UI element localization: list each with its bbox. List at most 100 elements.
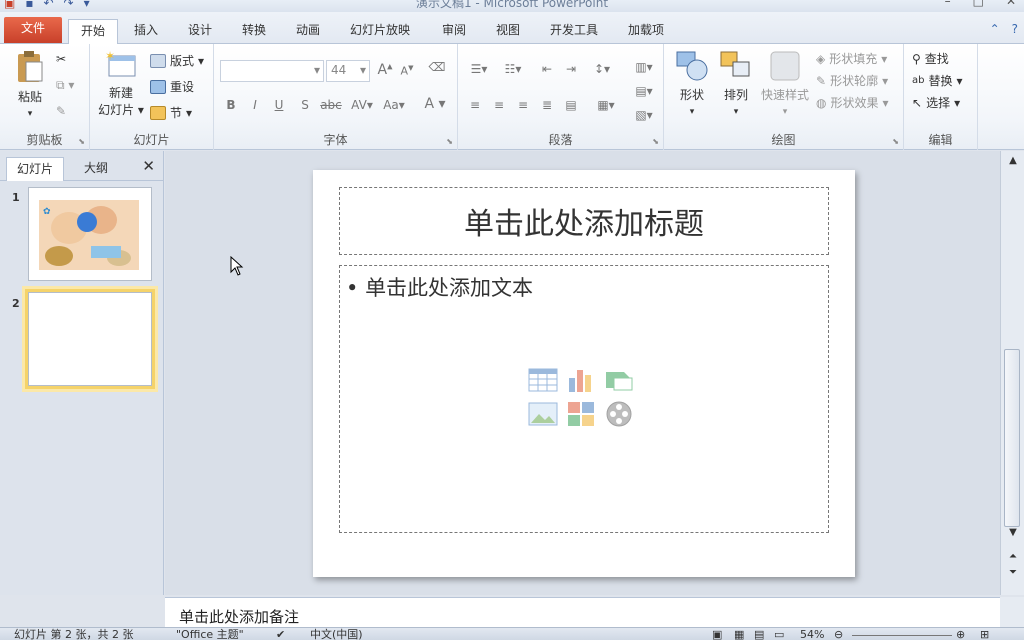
format-painter-icon[interactable]: ✎ [56,104,66,118]
arrange-button[interactable]: 排列 ▾ [714,50,758,117]
slide-canvas: 单击此处添加标题 • 单击此处添加文本 [313,170,855,577]
theme-name[interactable]: "Office 主题" [176,628,244,640]
tab-file[interactable]: 文件 [4,17,62,43]
replace-button[interactable]: ab 替换 ▾ [912,72,963,89]
tab-slideshow[interactable]: 幻灯片放映 [338,19,422,44]
dialog-launcher-icon[interactable]: ⬊ [446,137,453,146]
scroll-down-icon[interactable]: ▼ [1001,527,1024,538]
maximize-icon[interactable]: □ [973,0,984,8]
tab-home[interactable]: 开始 [68,19,119,45]
title-placeholder[interactable]: 单击此处添加标题 [339,187,829,255]
align-left-icon[interactable]: ≡ [464,98,486,112]
insert-table-icon[interactable] [528,366,558,394]
layout-button[interactable]: 版式 ▾ [150,52,204,69]
align-center-icon[interactable]: ≡ [488,98,510,112]
reading-view-icon[interactable]: ▤ [754,628,764,640]
columns-icon[interactable]: ▥▾ [630,60,658,74]
numbering-icon[interactable]: ☷▾ [498,62,528,76]
insert-chart-icon[interactable] [566,366,596,394]
justify-icon[interactable]: ≣ [536,98,558,112]
shape-fill-button[interactable]: ◈ 形状填充 ▾ [816,50,887,67]
group-label-clipboard: 剪贴板 [26,133,63,147]
tab-transitions[interactable]: 转换 [230,19,278,44]
shrink-font-button[interactable]: A▼ [396,64,418,78]
spellcheck-icon[interactable]: ✔ [276,628,285,640]
quick-styles-button[interactable]: 快速样式 ▾ [756,50,814,117]
bold-button[interactable]: B [220,98,242,112]
font-size-combo[interactable]: 44 ▾ [326,60,370,82]
language-indicator[interactable]: 中文(中国) [310,628,363,640]
zoom-out-icon[interactable]: ⊖ [834,628,843,640]
minimize-ribbon-icon[interactable]: ⌃ [990,22,1000,36]
smartart-icon[interactable]: ▧▾ [630,108,658,122]
decrease-indent-icon[interactable]: ⇤ [536,62,558,76]
notes-pane[interactable]: 单击此处添加备注 [165,597,1000,627]
tab-animations[interactable]: 动画 [284,19,332,44]
content-placeholder[interactable]: • 单击此处添加文本 [339,265,829,533]
shapes-button[interactable]: 形状 ▾ [670,50,714,117]
line-spacing-icon[interactable]: ↕▾ [588,62,616,76]
grow-font-button[interactable]: A▲ [374,62,396,78]
dialog-launcher-icon[interactable]: ⬊ [652,137,659,146]
shape-outline-button[interactable]: ✎ 形状轮廓 ▾ [816,72,888,89]
help-icon[interactable]: ? [1012,22,1018,36]
slide-sorter-icon[interactable]: ▦ [734,628,744,640]
minimize-icon[interactable]: – [945,0,951,8]
underline-button[interactable]: U [268,98,290,112]
italic-button[interactable]: I [244,98,266,112]
zoom-level[interactable]: 54% [800,628,824,640]
tab-outline-pane[interactable]: 大纲 [74,157,118,181]
align-right-icon[interactable]: ≡ [512,98,534,112]
insert-clipart-icon[interactable] [566,400,596,428]
slide-thumbnail-1[interactable]: ✿ [28,187,152,281]
align-text-icon[interactable]: ▤▾ [630,84,658,98]
change-case-button[interactable]: Aa▾ [380,98,408,112]
select-button[interactable]: ↖ 选择 ▾ [912,94,960,111]
slide-thumbnail-2[interactable] [25,289,155,389]
dialog-launcher-icon[interactable]: ⬊ [892,137,899,146]
shape-effects-button[interactable]: ◍ 形状效果 ▾ [816,94,889,111]
copy-icon[interactable]: ⧉ ▾ [56,78,74,93]
font-name-combo[interactable]: ▾ [220,60,324,82]
insert-picture-icon[interactable] [528,400,558,428]
tab-slides-pane[interactable]: 幻灯片 [6,157,65,181]
vertical-scrollbar[interactable]: ▲ ▼ ⏶ ⏷ [1000,151,1024,595]
insert-media-icon[interactable] [604,400,634,428]
char-spacing-button[interactable]: AV▾ [348,98,376,112]
fit-to-window-icon[interactable]: ⊞ [980,628,989,640]
close-pane-icon[interactable]: ✕ [142,157,155,175]
text-direction-icon[interactable]: ▦▾ [592,98,620,112]
normal-view-icon[interactable]: ▣ [712,628,722,640]
zoom-in-icon[interactable]: ⊕ [956,628,965,640]
tab-view[interactable]: 视图 [484,19,532,44]
distributed-icon[interactable]: ▤ [560,98,582,112]
increase-indent-icon[interactable]: ⇥ [560,62,582,76]
tab-insert[interactable]: 插入 [122,19,170,44]
scroll-up-icon[interactable]: ▲ [1001,155,1024,166]
next-slide-icon[interactable]: ⏷ [1001,567,1024,578]
font-color-button[interactable]: A ▾ [420,96,450,112]
tab-developer[interactable]: 开发工具 [538,19,610,44]
zoom-slider[interactable] [852,628,952,640]
dialog-launcher-icon[interactable]: ⬊ [78,137,85,146]
tab-addins[interactable]: 加载项 [616,19,676,44]
close-window-icon[interactable]: ✕ [1006,0,1016,8]
insert-smartart-icon[interactable] [604,366,634,394]
cut-icon[interactable]: ✂ [56,52,66,66]
previous-slide-icon[interactable]: ⏶ [1001,551,1024,562]
slideshow-view-icon[interactable]: ▭ [774,628,784,640]
section-button[interactable]: 节 ▾ [150,104,192,121]
tab-review[interactable]: 审阅 [430,19,478,44]
scrollbar-thumb[interactable] [1004,349,1020,527]
find-button[interactable]: ⚲ 查找 [912,50,949,67]
new-slide-button[interactable]: ✶ 新建 幻灯片 ▾ [96,50,146,118]
tab-design[interactable]: 设计 [176,19,224,44]
clear-formatting-icon[interactable]: ⌫ [426,60,448,74]
new-slide-icon: ✶ [105,50,136,77]
notes-scrollbar[interactable] [1000,597,1024,627]
paste-button[interactable]: 粘贴 ▾ [10,50,50,119]
strikethrough-button[interactable]: abc [318,98,344,112]
reset-button[interactable]: 重设 [150,78,194,95]
bullets-icon[interactable]: ☰▾ [464,62,494,76]
text-shadow-button[interactable]: S [294,98,316,112]
